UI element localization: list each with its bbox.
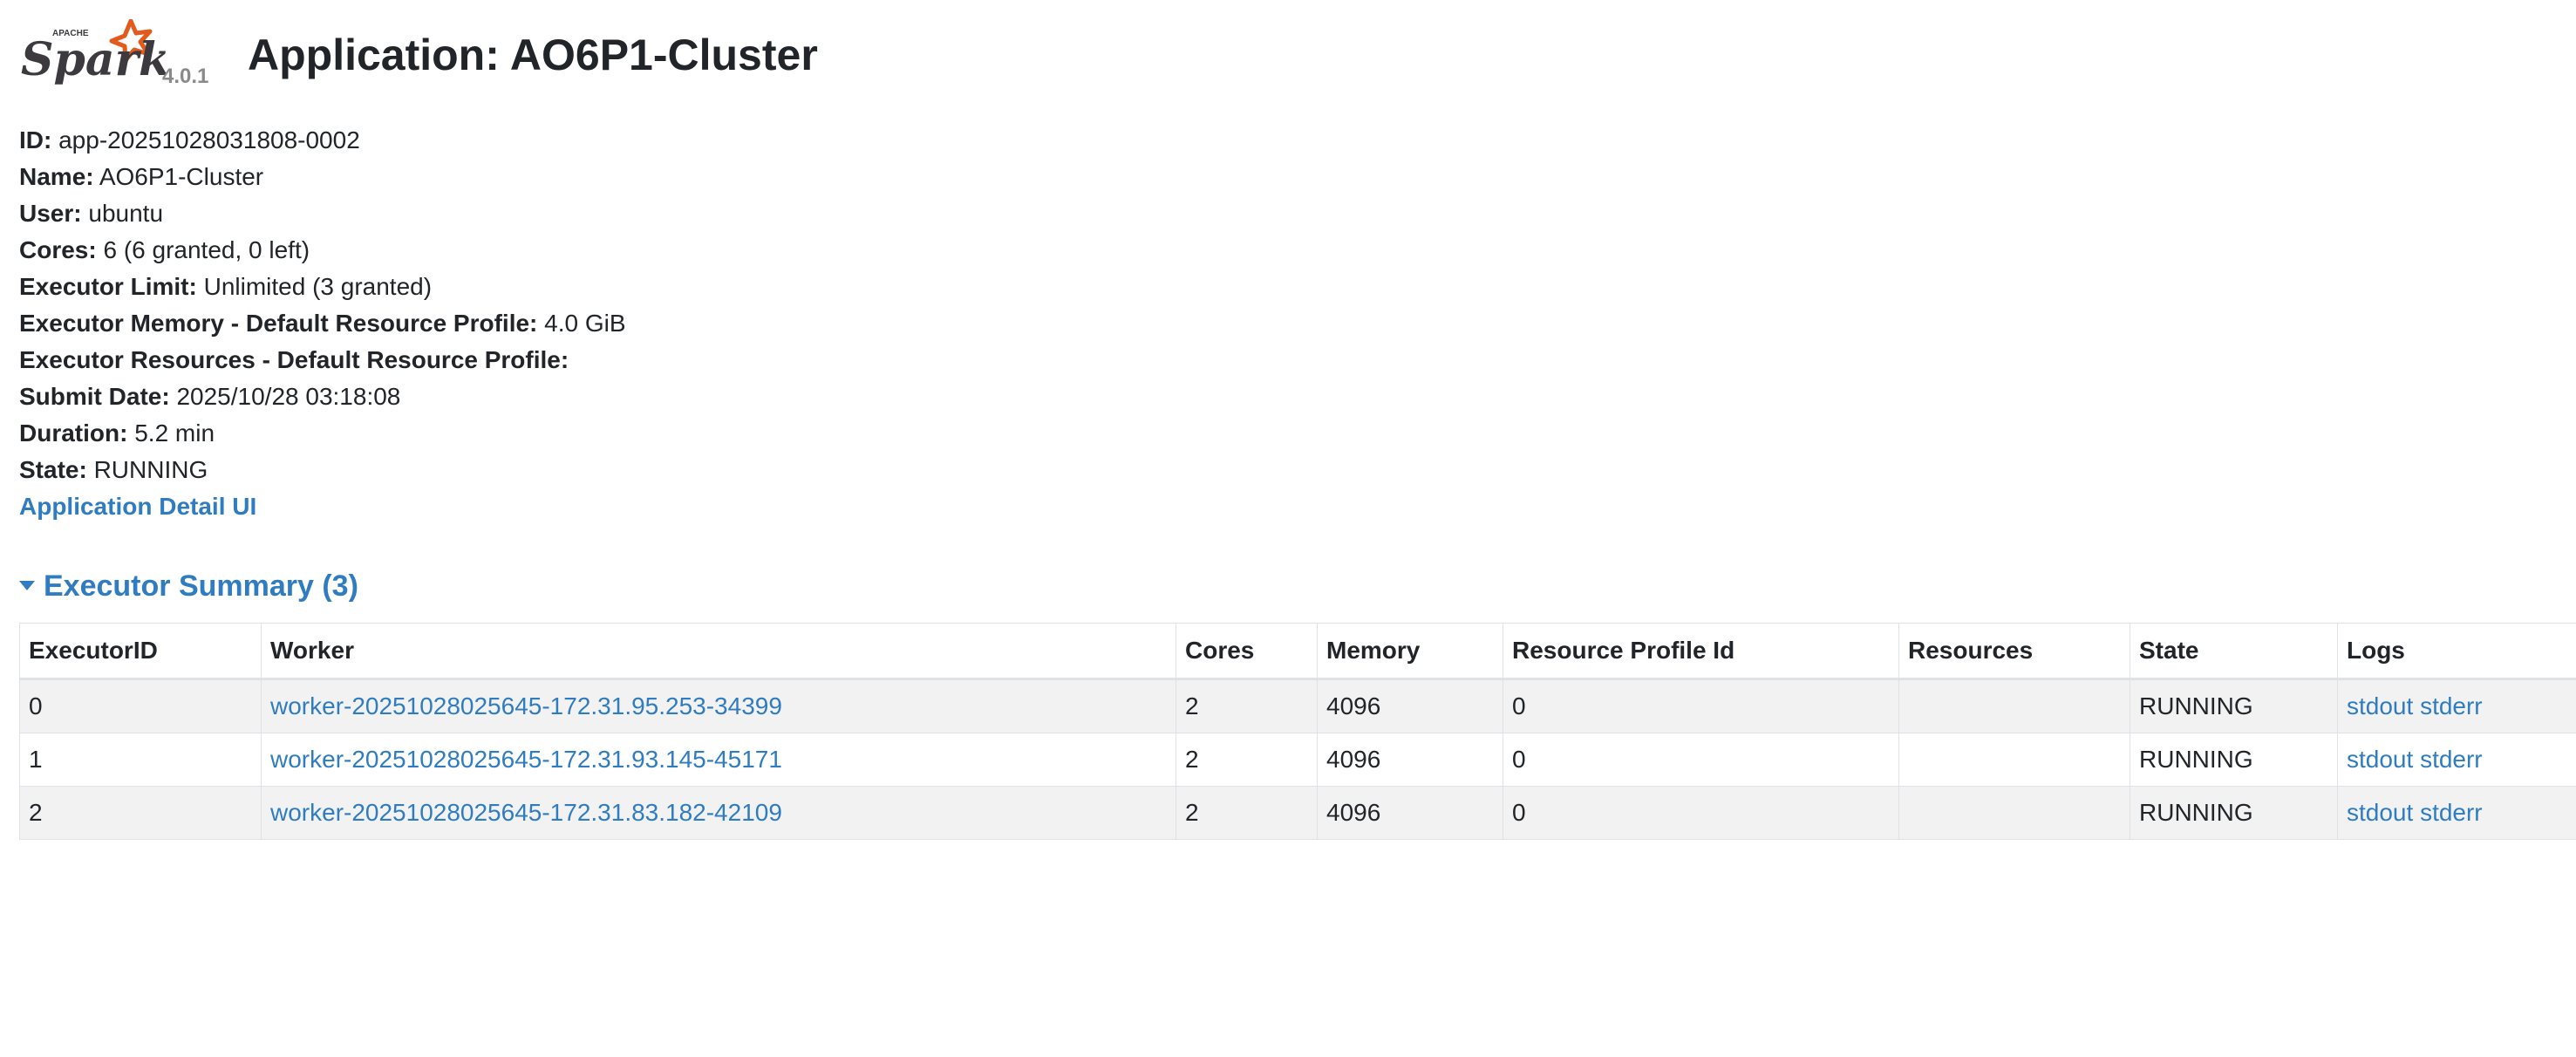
info-value: ubuntu [81, 200, 164, 227]
logs-cell: stdout stderr [2337, 786, 2576, 840]
info-value: RUNNING [86, 456, 208, 483]
resource-profile-id-cell: 0 [1503, 786, 1899, 840]
state-cell: RUNNING [2130, 679, 2338, 733]
table-row: 0 worker-20251028025645-172.31.95.253-34… [19, 679, 2576, 733]
executor-summary-table: ExecutorID Worker Cores Memory Resource … [19, 623, 2576, 840]
info-duration: Duration: 5.2 min [19, 415, 626, 452]
info-executor-memory: Executor Memory - Default Resource Profi… [19, 305, 626, 342]
page-header: APACHE Spark 4.0.1 Application: AO6P1-Cl… [19, 0, 2576, 113]
executor-id-cell: 0 [19, 679, 262, 733]
column-header-state[interactable]: State [2130, 623, 2338, 680]
worker-cell: worker-20251028025645-172.31.83.182-4210… [261, 786, 1176, 840]
stderr-link[interactable]: stderr [2420, 692, 2483, 719]
memory-cell: 4096 [1317, 786, 1503, 840]
cores-cell: 2 [1176, 733, 1318, 787]
info-label: State: [19, 456, 87, 483]
state-cell: RUNNING [2130, 733, 2338, 787]
info-label: Name: [19, 163, 94, 190]
resource-profile-id-cell: 0 [1503, 733, 1899, 787]
info-value: 6 (6 granted, 0 left) [96, 236, 310, 263]
info-state: State: RUNNING [19, 452, 626, 488]
executor-id-cell: 2 [19, 786, 262, 840]
info-user: User: ubuntu [19, 195, 626, 232]
column-header-memory[interactable]: Memory [1317, 623, 1503, 680]
cores-cell: 2 [1176, 786, 1318, 840]
resources-cell [1898, 733, 2130, 787]
stdout-link[interactable]: stdout [2347, 799, 2413, 826]
worker-link[interactable]: worker-20251028025645-172.31.95.253-3439… [270, 692, 782, 719]
info-value: app-20251028031808-0002 [51, 126, 360, 153]
spark-version: 4.0.1 [162, 65, 209, 88]
column-header-resource-profile-id[interactable]: Resource Profile Id [1503, 623, 1899, 680]
info-label: Executor Memory - Default Resource Profi… [19, 310, 538, 337]
logs-cell: stdout stderr [2337, 679, 2576, 733]
page-title: Application: AO6P1-Cluster [248, 31, 818, 79]
worker-cell: worker-20251028025645-172.31.95.253-3439… [261, 679, 1176, 733]
stdout-link[interactable]: stdout [2347, 692, 2413, 719]
info-label: Cores: [19, 236, 97, 263]
spark-logo[interactable]: APACHE Spark [19, 19, 166, 91]
logs-cell: stdout stderr [2337, 733, 2576, 787]
info-label: Executor Resources - Default Resource Pr… [19, 346, 569, 373]
executor-summary-toggle[interactable]: Executor Summary (3) [19, 565, 358, 607]
info-value: Unlimited (3 granted) [196, 273, 433, 300]
table-row: 2 worker-20251028025645-172.31.83.182-42… [19, 786, 2576, 840]
resources-cell [1898, 679, 2130, 733]
executor-id-cell: 1 [19, 733, 262, 787]
stderr-link[interactable]: stderr [2420, 799, 2483, 826]
column-header-worker[interactable]: Worker [261, 623, 1176, 680]
info-cores: Cores: 6 (6 granted, 0 left) [19, 232, 626, 269]
info-value: 4.0 GiB [537, 310, 626, 337]
info-submit-date: Submit Date: 2025/10/28 03:18:08 [19, 378, 626, 415]
info-label: ID: [19, 126, 52, 153]
resources-cell [1898, 786, 2130, 840]
info-detail-ui: Application Detail UI [19, 488, 626, 525]
memory-cell: 4096 [1317, 679, 1503, 733]
info-label: Duration: [19, 419, 128, 447]
info-label: Submit Date: [19, 383, 170, 410]
cores-cell: 2 [1176, 679, 1318, 733]
info-label: Executor Limit: [19, 273, 197, 300]
stderr-link[interactable]: stderr [2420, 746, 2483, 773]
executor-summary-title: Executor Summary (3) [44, 569, 358, 603]
info-executor-resources: Executor Resources - Default Resource Pr… [19, 342, 626, 378]
column-header-logs[interactable]: Logs [2337, 623, 2576, 680]
stdout-link[interactable]: stdout [2347, 746, 2413, 773]
column-header-executor-id[interactable]: ExecutorID [19, 623, 262, 680]
table-header-row: ExecutorID Worker Cores Memory Resource … [19, 623, 2576, 680]
application-info-list: ID: app-20251028031808-0002 Name: AO6P1-… [19, 122, 626, 525]
info-value: 2025/10/28 03:18:08 [169, 383, 401, 410]
caret-down-icon [19, 580, 35, 590]
info-label: User: [19, 200, 82, 227]
worker-link[interactable]: worker-20251028025645-172.31.83.182-4210… [270, 799, 782, 826]
info-executor-limit: Executor Limit: Unlimited (3 granted) [19, 269, 626, 305]
state-cell: RUNNING [2130, 786, 2338, 840]
logo-spark-text: Spark [21, 33, 166, 86]
resource-profile-id-cell: 0 [1503, 679, 1899, 733]
column-header-cores[interactable]: Cores [1176, 623, 1318, 680]
application-detail-ui-link[interactable]: Application Detail UI [19, 493, 256, 520]
info-id: ID: app-20251028031808-0002 [19, 122, 626, 159]
memory-cell: 4096 [1317, 733, 1503, 787]
worker-cell: worker-20251028025645-172.31.93.145-4517… [261, 733, 1176, 787]
application-page: APACHE Spark 4.0.1 Application: AO6P1-Cl… [19, 0, 2576, 840]
worker-link[interactable]: worker-20251028025645-172.31.93.145-4517… [270, 746, 782, 773]
table-row: 1 worker-20251028025645-172.31.93.145-45… [19, 733, 2576, 787]
info-name: Name: AO6P1-Cluster [19, 159, 626, 195]
info-value: 5.2 min [127, 419, 215, 447]
info-value: AO6P1-Cluster [93, 163, 264, 190]
column-header-resources[interactable]: Resources [1898, 623, 2130, 680]
